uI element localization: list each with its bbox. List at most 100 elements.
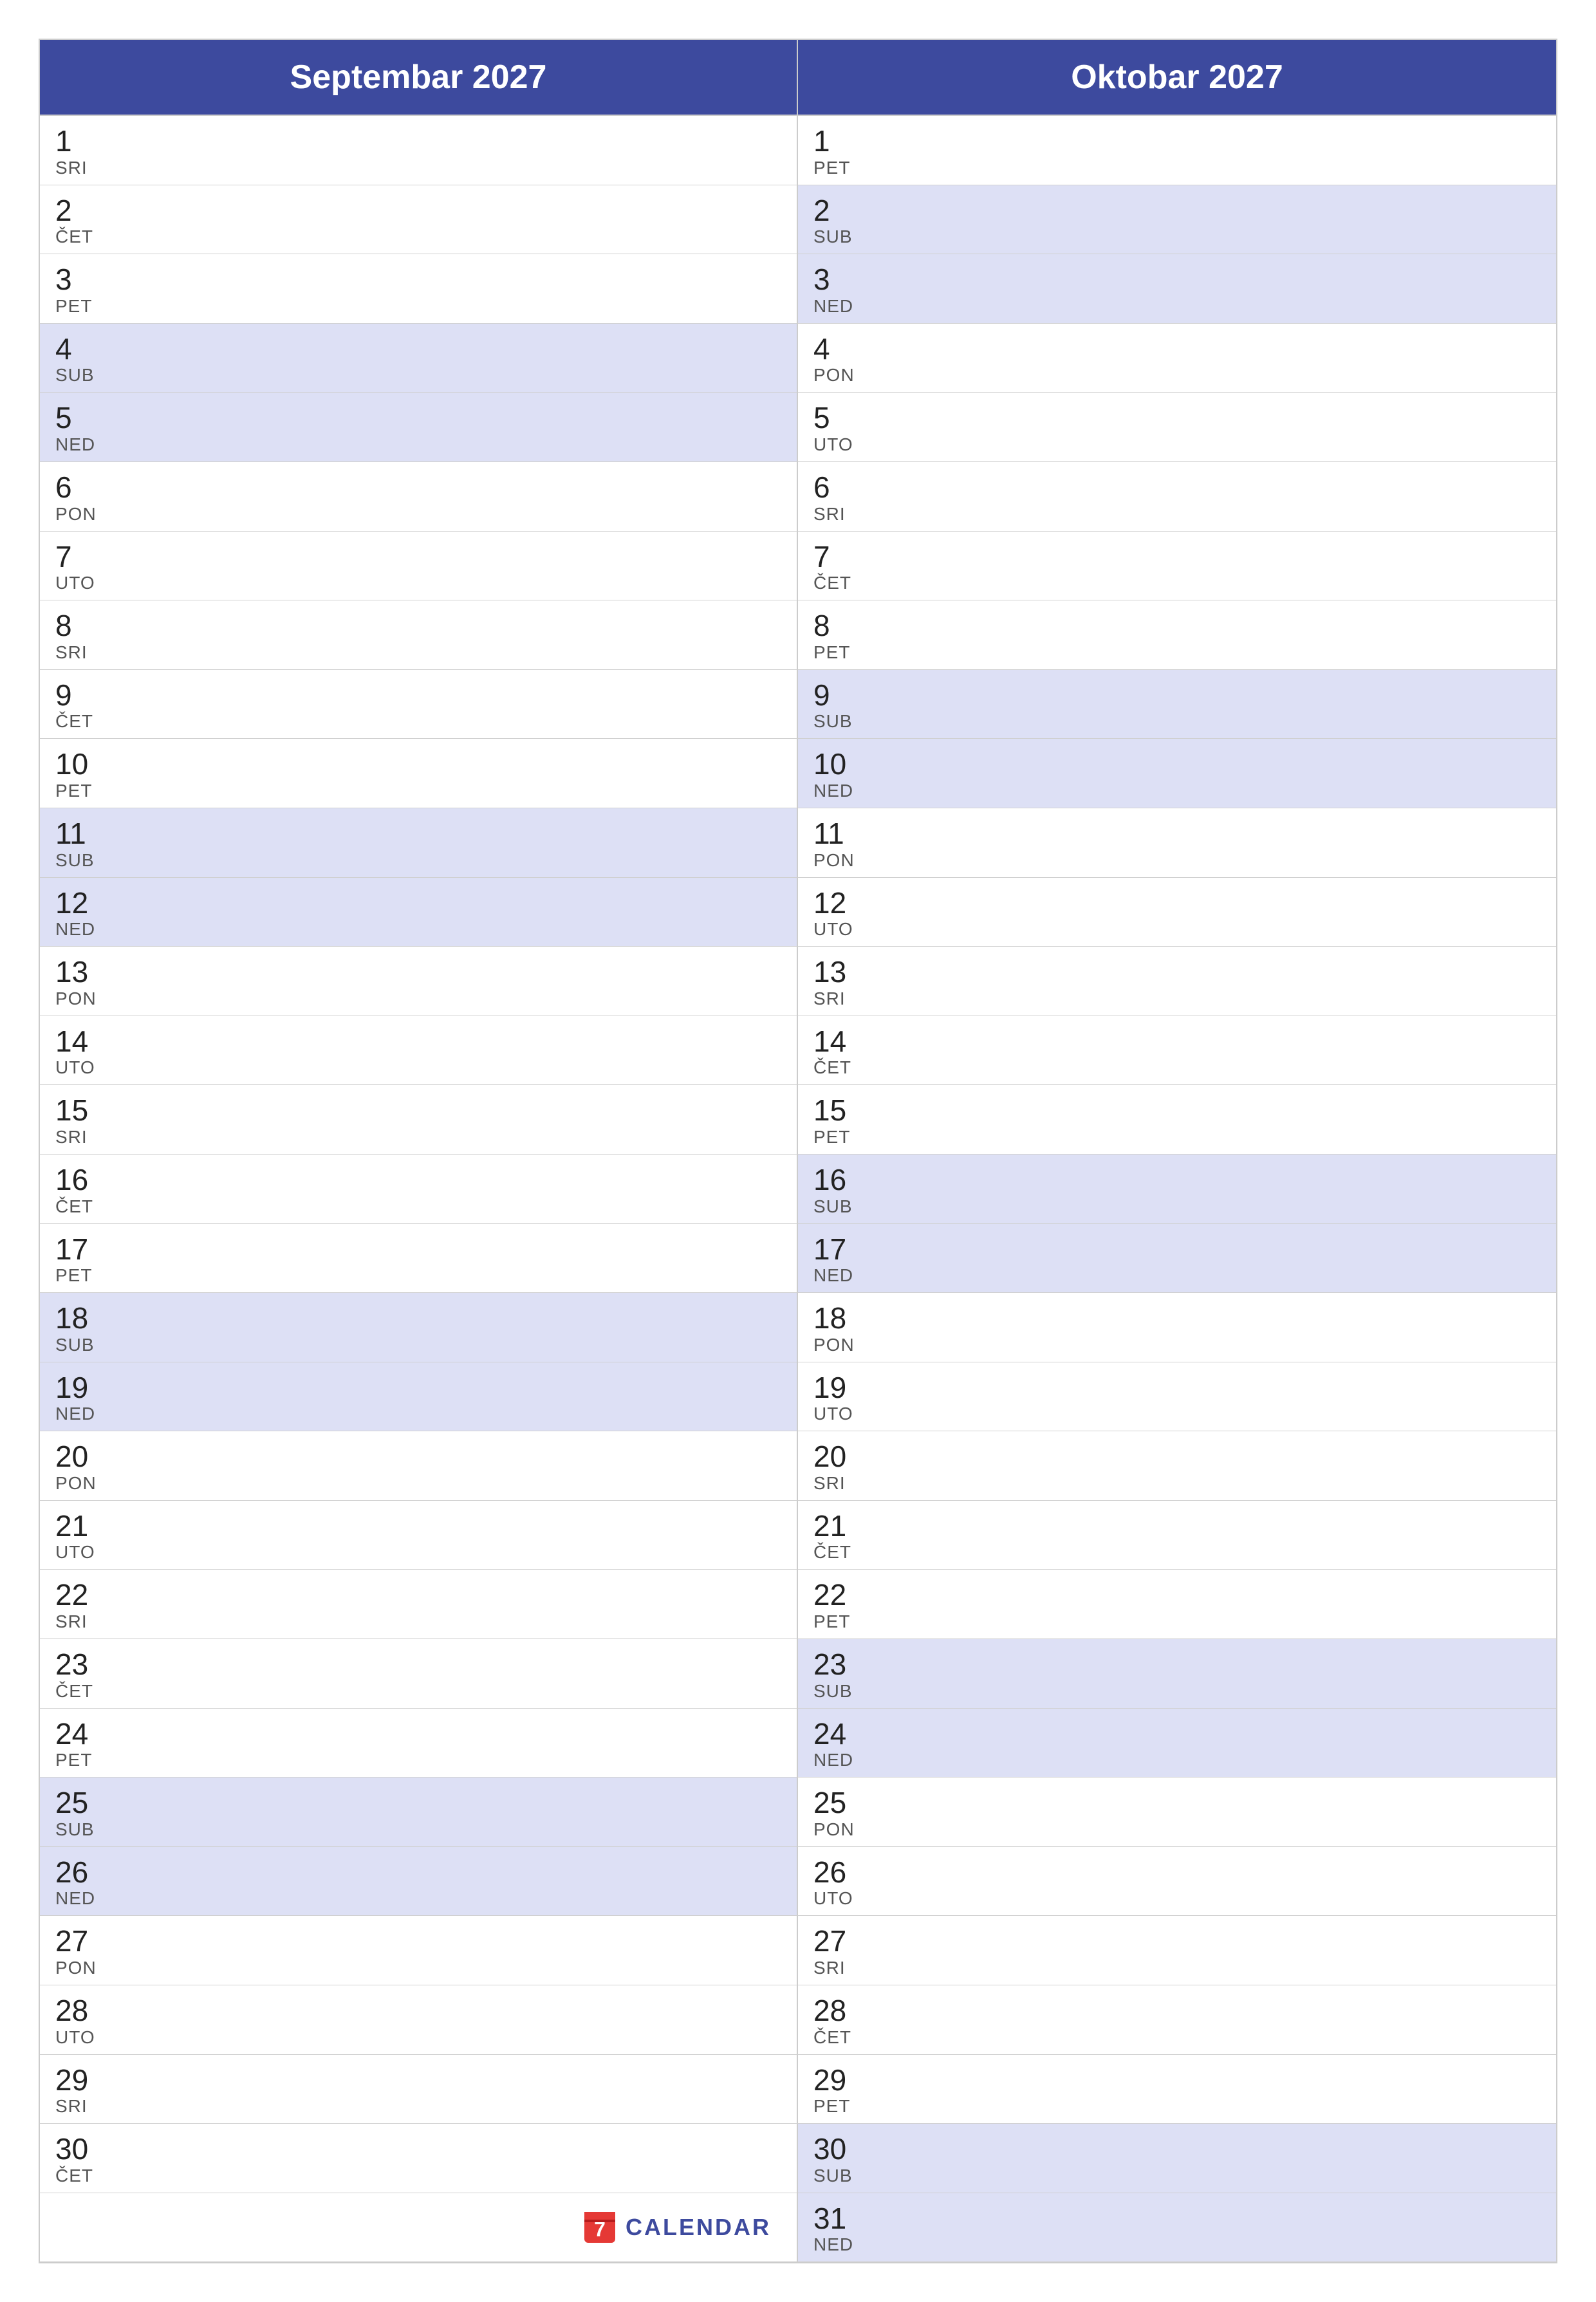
oct-day-20: 20SRI [798, 1431, 1556, 1501]
day-number: 28 [55, 1994, 781, 2027]
day-number: 11 [55, 817, 781, 850]
oct-day-3: 3NED [798, 254, 1556, 324]
day-number: 22 [813, 1579, 1541, 1611]
september-title: Septembar 2027 [290, 59, 547, 96]
day-number: 6 [55, 471, 781, 504]
sep-day-26: 26NED [40, 1847, 798, 1917]
oct-day-24: 24NED [798, 1709, 1556, 1778]
day-name: PON [55, 1958, 781, 1978]
oct-day-29: 29PET [798, 2055, 1556, 2124]
sep-day-29: 29SRI [40, 2055, 798, 2124]
day-number: 25 [55, 1787, 781, 1819]
oct-day-5: 5UTO [798, 393, 1556, 462]
day-name: PON [813, 365, 1541, 385]
september-header: Septembar 2027 [40, 40, 798, 115]
day-number: 30 [55, 2133, 781, 2166]
oct-day-27: 27SRI [798, 1916, 1556, 1985]
oct-day-17: 17NED [798, 1224, 1556, 1294]
day-name: UTO [813, 434, 1541, 455]
sep-day-1: 1SRI [40, 116, 798, 185]
day-number: 10 [55, 748, 781, 781]
day-name: PON [55, 1473, 781, 1494]
sep-day-18: 18SUB [40, 1293, 798, 1362]
sep-day-4: 4SUB [40, 324, 798, 393]
sep-day-15: 15SRI [40, 1085, 798, 1155]
day-name: SUB [813, 1681, 1541, 1702]
day-number: 3 [55, 263, 781, 296]
day-number: 27 [813, 1925, 1541, 1958]
day-number: 3 [813, 263, 1541, 296]
day-number: 13 [55, 956, 781, 989]
day-number: 17 [55, 1233, 781, 1266]
day-number: 19 [55, 1371, 781, 1404]
sep-day-22: 22SRI [40, 1570, 798, 1639]
day-name: SUB [813, 1196, 1541, 1217]
day-name: UTO [813, 919, 1541, 940]
day-number: 22 [55, 1579, 781, 1611]
sep-day-24: 24PET [40, 1709, 798, 1778]
october-title: Oktobar 2027 [1071, 59, 1283, 96]
day-number: 12 [55, 887, 781, 920]
sep-day-14: 14UTO [40, 1016, 798, 1086]
day-name: SUB [55, 1335, 781, 1355]
day-number: 26 [813, 1856, 1541, 1889]
day-number: 18 [55, 1302, 781, 1335]
sep-day-16: 16ČET [40, 1155, 798, 1224]
day-number: 18 [813, 1302, 1541, 1335]
sep-day-3: 3PET [40, 254, 798, 324]
day-name: UTO [55, 2027, 781, 2048]
sep-day-19: 19NED [40, 1362, 798, 1432]
day-name: SRI [55, 2096, 781, 2117]
day-name: PET [813, 1127, 1541, 1147]
sep-day-27: 27PON [40, 1916, 798, 1985]
day-number: 27 [55, 1925, 781, 1958]
day-name: PON [813, 850, 1541, 871]
day-name: PON [813, 1335, 1541, 1355]
day-name: ČET [813, 1542, 1541, 1563]
day-number: 13 [813, 956, 1541, 989]
day-name: ČET [55, 2166, 781, 2186]
day-number: 15 [813, 1094, 1541, 1127]
day-number: 5 [55, 402, 781, 434]
sep-day-6: 6PON [40, 462, 798, 532]
day-name: UTO [55, 1057, 781, 1078]
day-number: 26 [55, 1856, 781, 1889]
day-number: 9 [55, 679, 781, 712]
day-name: SRI [55, 1127, 781, 1147]
oct-day-7: 7ČET [798, 532, 1556, 601]
oct-day-28: 28ČET [798, 1985, 1556, 2055]
day-number: 19 [813, 1371, 1541, 1404]
sep-day-7: 7UTO [40, 532, 798, 601]
day-name: SRI [813, 1958, 1541, 1978]
oct-day-15: 15PET [798, 1085, 1556, 1155]
oct-day-19: 19UTO [798, 1362, 1556, 1432]
day-name: PET [55, 1265, 781, 1286]
day-number: 4 [813, 333, 1541, 366]
oct-day-10: 10NED [798, 739, 1556, 808]
day-name: PET [813, 642, 1541, 663]
day-number: 24 [55, 1718, 781, 1750]
sep-day-2: 2ČET [40, 185, 798, 255]
oct-day-8: 8PET [798, 600, 1556, 670]
sep-day-17: 17PET [40, 1224, 798, 1294]
sep-day-30: 30ČET [40, 2124, 798, 2193]
day-number: 21 [55, 1510, 781, 1543]
oct-day-23: 23SUB [798, 1639, 1556, 1709]
day-number: 20 [55, 1440, 781, 1473]
oct-day-14: 14ČET [798, 1016, 1556, 1086]
days-grid: 1SRI1PET2ČET2SUB3PET3NED4SUB4PON5NED5UTO… [40, 115, 1556, 2262]
oct-day-26: 26UTO [798, 1847, 1556, 1917]
oct-day-1: 1PET [798, 116, 1556, 185]
day-number: 30 [813, 2133, 1541, 2166]
day-number: 12 [813, 887, 1541, 920]
day-name: PET [55, 296, 781, 317]
sep-day-9: 9ČET [40, 670, 798, 739]
day-name: NED [813, 1750, 1541, 1770]
oct-day-31: 31NED [798, 2193, 1556, 2263]
oct-day-4: 4PON [798, 324, 1556, 393]
sep-day-12: 12NED [40, 878, 798, 947]
day-name: SRI [813, 1473, 1541, 1494]
sep-day-13: 13PON [40, 947, 798, 1016]
calendar-logo-icon: 7 [583, 2211, 617, 2244]
day-name: SRI [813, 504, 1541, 524]
